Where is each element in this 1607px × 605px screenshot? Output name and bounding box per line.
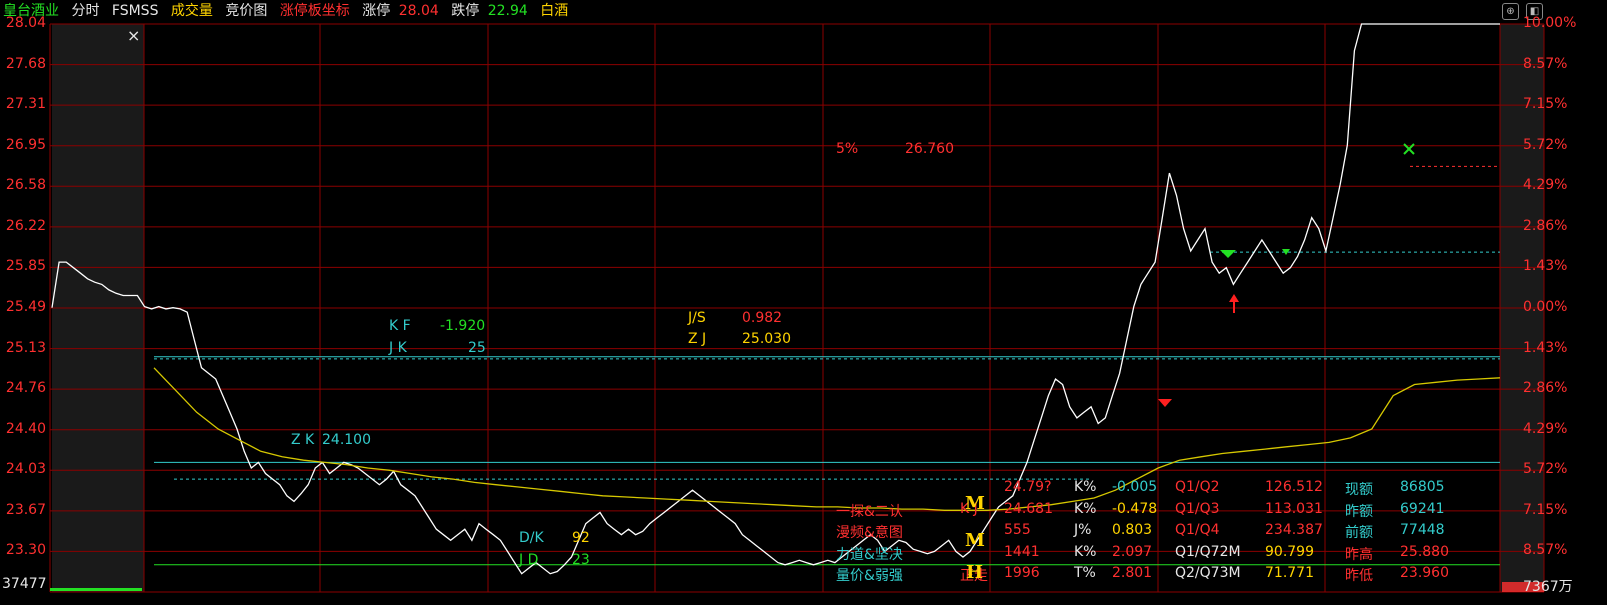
- stat-label-3: K%: [1074, 501, 1097, 517]
- left-axis-tick: 25.49: [5, 299, 46, 315]
- stat-value-2: 555: [1004, 522, 1031, 538]
- stat-label-4: Q1/Q3: [1175, 501, 1220, 517]
- stat-label-1: 漫频&意图: [836, 525, 903, 541]
- right-axis-tick: 1.43%: [1523, 258, 1568, 275]
- m-marker-2: M: [965, 530, 985, 551]
- kf-label: K F: [389, 318, 411, 334]
- left-axis-tick: 24.76: [5, 380, 46, 397]
- left-axis-tick: 25.13: [5, 339, 46, 356]
- left-axis-tick: 25.85: [5, 258, 46, 275]
- stat-value-3: 0.803: [1112, 522, 1153, 538]
- stat-value-5: 25.880: [1400, 544, 1449, 560]
- right-axis-tick: 1.43%: [1523, 339, 1568, 356]
- kf-value: -1.920: [440, 318, 486, 334]
- left-axis-tick: 26.58: [5, 177, 46, 194]
- stat-label-5: 前额: [1345, 525, 1373, 541]
- left-axis-tick: 27.31: [5, 96, 46, 113]
- zk-value: 24.100: [322, 432, 371, 448]
- stat-value-3: 2.801: [1112, 565, 1153, 581]
- red-up-triangle: [1158, 399, 1172, 407]
- stat-label-1: 量价&弱强: [836, 568, 903, 584]
- stat-value-4: 113.031: [1265, 501, 1323, 517]
- stat-label-3: J%: [1074, 522, 1092, 538]
- dk-value: 92: [572, 530, 590, 546]
- left-axis-tick: 28.04: [5, 15, 46, 31]
- h-marker: H: [966, 562, 984, 583]
- jk-value: 25: [468, 340, 486, 356]
- left-axis-tick: 24.03: [5, 461, 46, 478]
- left-axis-tick: 26.22: [5, 217, 46, 234]
- right-axis-tick: 2.86%: [1523, 217, 1568, 234]
- stat-value-5: 23.960: [1400, 565, 1449, 581]
- stat-label-5: 昨高: [1345, 547, 1373, 563]
- stat-label-4: Q1/Q72M: [1175, 544, 1241, 560]
- left-axis-tick: 23.67: [5, 501, 46, 518]
- right-axis-tick: 8.57%: [1523, 542, 1568, 559]
- right-axis-tick: 7.15%: [1523, 501, 1568, 518]
- left-axis-tick: 24.40: [5, 420, 46, 437]
- js-value: 0.982: [742, 310, 783, 326]
- stat-label-1: 一探&二认: [836, 504, 903, 520]
- stat-label-3: K%: [1074, 544, 1097, 560]
- pct-value: 26.760: [905, 141, 954, 157]
- stat-value-4: 71.771: [1265, 565, 1314, 581]
- right-axis-tick: 4.29%: [1523, 420, 1568, 437]
- right-axis-tick: 5.72%: [1523, 461, 1568, 478]
- right-axis-tick: 4.29%: [1523, 177, 1568, 194]
- red-arrow-head: [1229, 294, 1239, 302]
- stat-label-5: 昨额: [1345, 504, 1373, 520]
- stat-label-1: 力道&坚决: [836, 547, 903, 563]
- left-axis-tick: 37477: [2, 576, 47, 592]
- close-icon[interactable]: ×: [127, 26, 140, 45]
- stat-label-3: T%: [1074, 565, 1096, 581]
- stat-value-3: 2.097: [1112, 544, 1153, 560]
- stat-label-3: K%: [1074, 479, 1097, 495]
- m-marker-1: M: [965, 493, 985, 514]
- right-axis-tick: 7367万: [1523, 579, 1573, 595]
- zj-label: Z J: [688, 331, 707, 347]
- js-label: J/S: [688, 310, 706, 326]
- jk-label: J K: [389, 340, 407, 356]
- left-axis-tick: 27.68: [5, 55, 46, 72]
- zk-label: Z K: [291, 432, 315, 448]
- jd-value: 23: [572, 552, 590, 568]
- right-axis-tick: 0.00%: [1523, 299, 1568, 315]
- stat-value-4: 90.799: [1265, 544, 1314, 560]
- left-axis-tick: 23.30: [5, 542, 46, 559]
- right-axis-tick: 8.57%: [1523, 55, 1568, 72]
- stat-value-5: 77448: [1400, 522, 1445, 538]
- stat-value-4: 126.512: [1265, 479, 1323, 495]
- stat-value-4: 234.387: [1265, 522, 1323, 538]
- green-down-triangle: [1220, 250, 1236, 258]
- jd-label: J D: [519, 552, 539, 568]
- dk-label: D/K: [519, 530, 544, 546]
- right-axis-tick: 10.00%: [1523, 15, 1577, 31]
- left-axis-tick: 26.95: [5, 136, 46, 153]
- stat-value-3: -0.005: [1112, 479, 1158, 495]
- stat-value-2: 1441: [1004, 544, 1040, 560]
- stat-label-5: 现额: [1345, 482, 1373, 498]
- stat-label-4: Q2/Q73M: [1175, 565, 1241, 581]
- pct-label: 5%: [836, 141, 859, 157]
- stat-label-4: Q1/Q2: [1175, 479, 1220, 495]
- stat-value-2: 24.681: [1004, 501, 1053, 517]
- right-axis-tick: 2.86%: [1523, 380, 1568, 397]
- stat-label-4: Q1/Q4: [1175, 522, 1220, 538]
- stat-value-5: 86805: [1400, 479, 1445, 495]
- stat-value-2: 24.79?: [1004, 479, 1052, 495]
- stat-value-3: -0.478: [1112, 501, 1158, 517]
- zj-value: 25.030: [742, 331, 791, 347]
- right-axis-tick: 7.15%: [1523, 96, 1568, 113]
- stat-value-5: 69241: [1400, 501, 1445, 517]
- right-axis-tick: 5.72%: [1523, 136, 1568, 153]
- volume-strip: [50, 588, 142, 591]
- stat-label-5: 昨低: [1345, 568, 1373, 584]
- stat-value-2: 1996: [1004, 565, 1040, 581]
